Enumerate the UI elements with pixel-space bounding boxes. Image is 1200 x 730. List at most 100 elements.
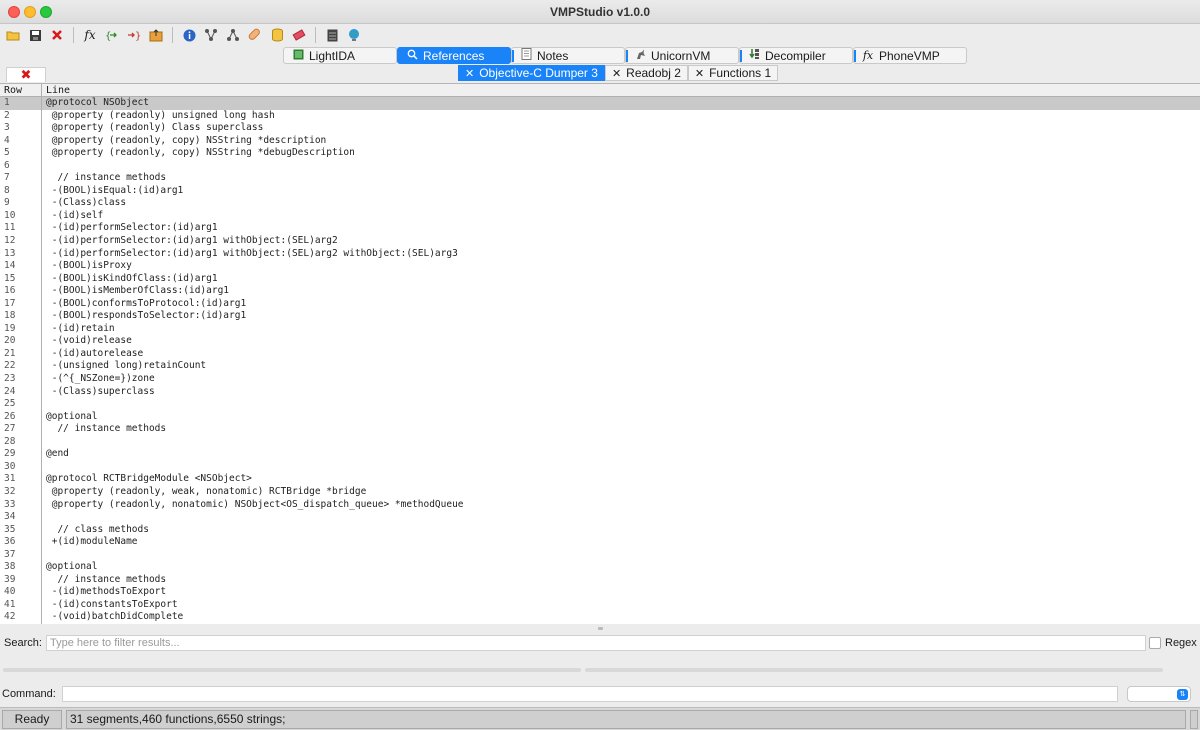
- table-row[interactable]: 21 -(id)autorelease: [0, 347, 1200, 361]
- tab-unicornvm[interactable]: UnicornVM: [625, 47, 739, 64]
- table-row[interactable]: 10 -(id)self: [0, 209, 1200, 223]
- table-row[interactable]: 30: [0, 460, 1200, 474]
- table-row[interactable]: 4 @property (readonly, copy) NSString *d…: [0, 134, 1200, 148]
- table-row[interactable]: 15 -(BOOL)isKindOfClass:(id)arg1: [0, 272, 1200, 286]
- tab-label: UnicornVM: [651, 48, 711, 63]
- close-icon[interactable]: ✕: [612, 67, 621, 80]
- tab-lightida[interactable]: LightIDA: [283, 47, 397, 64]
- export-icon[interactable]: [147, 26, 165, 44]
- scroll-track-right[interactable]: [585, 668, 1163, 672]
- table-row[interactable]: 34: [0, 511, 1200, 524]
- table-row[interactable]: 17 -(BOOL)conformsToProtocol:(id)arg1: [0, 297, 1200, 311]
- regex-option[interactable]: Regex: [1149, 637, 1197, 649]
- table-row[interactable]: 5 @property (readonly, copy) NSString *d…: [0, 147, 1200, 160]
- close-icon[interactable]: ✕: [695, 67, 704, 80]
- table-row[interactable]: 39 // instance methods: [0, 573, 1200, 587]
- row-line: // class methods: [46, 523, 149, 535]
- graph2-icon[interactable]: [224, 26, 242, 44]
- table-row[interactable]: 16 -(BOOL)isMemberOfClass:(id)arg1: [0, 285, 1200, 298]
- table-row[interactable]: 27 // instance methods: [0, 423, 1200, 436]
- table-row[interactable]: 20 -(void)release: [0, 335, 1200, 348]
- table-row[interactable]: 13 -(id)performSelector:(id)arg1 withObj…: [0, 247, 1200, 261]
- table-row[interactable]: 9 -(Class)class: [0, 197, 1200, 210]
- patch-icon[interactable]: [246, 26, 264, 44]
- scroll-track-left[interactable]: [3, 668, 581, 672]
- eraser-icon[interactable]: [290, 26, 308, 44]
- table-row[interactable]: 19 -(id)retain: [0, 322, 1200, 336]
- row-line: [42, 511, 46, 524]
- table-row[interactable]: 38 @optional: [0, 561, 1200, 574]
- row-line: -(unsigned long)retainCount: [46, 360, 207, 372]
- save-icon[interactable]: [26, 26, 44, 44]
- row-line: @protocol RCTBridgeModule <NSObject>: [46, 473, 252, 485]
- command-mode-select[interactable]: ⇅: [1127, 685, 1191, 702]
- table-row[interactable]: 32 @property (readonly, weak, nonatomic)…: [0, 485, 1200, 499]
- table-row[interactable]: 28: [0, 435, 1200, 449]
- table-row[interactable]: 3 @property (readonly) Class superclass: [0, 122, 1200, 135]
- table-row[interactable]: 42 -(void)batchDidComplete: [0, 611, 1200, 624]
- row-number: 41: [0, 598, 42, 612]
- close-icon[interactable]: ✕: [465, 67, 474, 80]
- tab-phonevmp[interactable]: fx PhoneVMP: [853, 47, 967, 64]
- row-number: 33: [0, 498, 42, 512]
- svg-text:{: {: [105, 31, 111, 41]
- table-row[interactable]: 14 -(BOOL)isProxy: [0, 260, 1200, 273]
- function-icon[interactable]: fx: [81, 26, 99, 44]
- regex-checkbox[interactable]: [1149, 637, 1161, 649]
- row-number: 26: [0, 410, 42, 424]
- table-row[interactable]: 1 @protocol NSObject: [0, 97, 1200, 110]
- column-header-row[interactable]: Row: [0, 84, 42, 96]
- results-table[interactable]: Row Line 1 @protocol NSObject 2 @property …: [0, 83, 1200, 624]
- table-row[interactable]: 24 -(Class)superclass: [0, 385, 1200, 399]
- resize-grip[interactable]: [1190, 709, 1198, 729]
- close-tab-icon[interactable]: ✖: [6, 67, 46, 83]
- tab-functions[interactable]: ✕ Functions 1: [687, 65, 779, 81]
- table-row[interactable]: 23 -(^{_NSZone=})zone: [0, 373, 1200, 386]
- open-folder-icon[interactable]: [4, 26, 22, 44]
- table-row[interactable]: 6: [0, 159, 1200, 173]
- horizontal-scrollbar[interactable]: [3, 668, 1163, 673]
- command-input[interactable]: [62, 685, 1118, 702]
- table-row[interactable]: 2 @property (readonly) unsigned long has…: [0, 109, 1200, 123]
- graph-icon[interactable]: [202, 26, 220, 44]
- row-line: -(Class)class: [46, 197, 127, 209]
- info-icon[interactable]: [180, 26, 198, 44]
- table-row[interactable]: 37: [0, 548, 1200, 562]
- tab-decompiler[interactable]: Decompiler: [739, 47, 853, 64]
- tab-objc-dumper[interactable]: ✕ Objective-C Dumper 3: [458, 65, 605, 81]
- table-row[interactable]: 12 -(id)performSelector:(id)arg1 withObj…: [0, 235, 1200, 248]
- row-line: // instance methods: [46, 573, 167, 585]
- table-row[interactable]: 11 -(id)performSelector:(id)arg1: [0, 222, 1200, 236]
- table-row[interactable]: 40 -(id)methodsToExport: [0, 586, 1200, 599]
- row-line: @property (readonly, weak, nonatomic) RC…: [46, 485, 367, 497]
- tab-divider: [626, 50, 628, 62]
- table-row[interactable]: 18 -(BOOL)respondsToSelector:(id)arg1: [0, 310, 1200, 323]
- jump-to-icon[interactable]: {: [103, 26, 121, 44]
- table-row[interactable]: 22 -(unsigned long)retainCount: [0, 360, 1200, 374]
- table-row[interactable]: 7 // instance methods: [0, 172, 1200, 185]
- table-row[interactable]: 29 @end: [0, 448, 1200, 461]
- row-line: -(id)self: [46, 209, 104, 221]
- table-row[interactable]: 33 @property (readonly, nonatomic) NSObj…: [0, 498, 1200, 512]
- close-icon[interactable]: [48, 26, 66, 44]
- jump-from-icon[interactable]: }: [125, 26, 143, 44]
- table-row[interactable]: 41 -(id)constantsToExport: [0, 598, 1200, 612]
- globe-icon[interactable]: [345, 26, 363, 44]
- tab-label: LightIDA: [309, 48, 356, 63]
- table-row[interactable]: 35 // class methods: [0, 523, 1200, 537]
- table-row[interactable]: 25: [0, 398, 1200, 411]
- tab-references[interactable]: References: [397, 47, 511, 64]
- table-row[interactable]: 26 @optional: [0, 410, 1200, 424]
- row-number: 25: [0, 398, 42, 411]
- tab-notes[interactable]: Notes: [511, 47, 625, 64]
- table-row[interactable]: 31 @protocol RCTBridgeModule <NSObject>: [0, 473, 1200, 486]
- tab-readobj[interactable]: ✕ Readobj 2: [604, 65, 688, 81]
- search-input[interactable]: [46, 635, 1146, 651]
- row-line: -(BOOL)isProxy: [46, 260, 132, 272]
- database-icon[interactable]: [268, 26, 286, 44]
- splitter-handle[interactable]: [0, 624, 1200, 632]
- table-row[interactable]: 36 +(id)moduleName: [0, 536, 1200, 549]
- column-header-line[interactable]: Line: [42, 84, 70, 96]
- terminal-icon[interactable]: [323, 26, 341, 44]
- table-row[interactable]: 8 -(BOOL)isEqual:(id)arg1: [0, 184, 1200, 198]
